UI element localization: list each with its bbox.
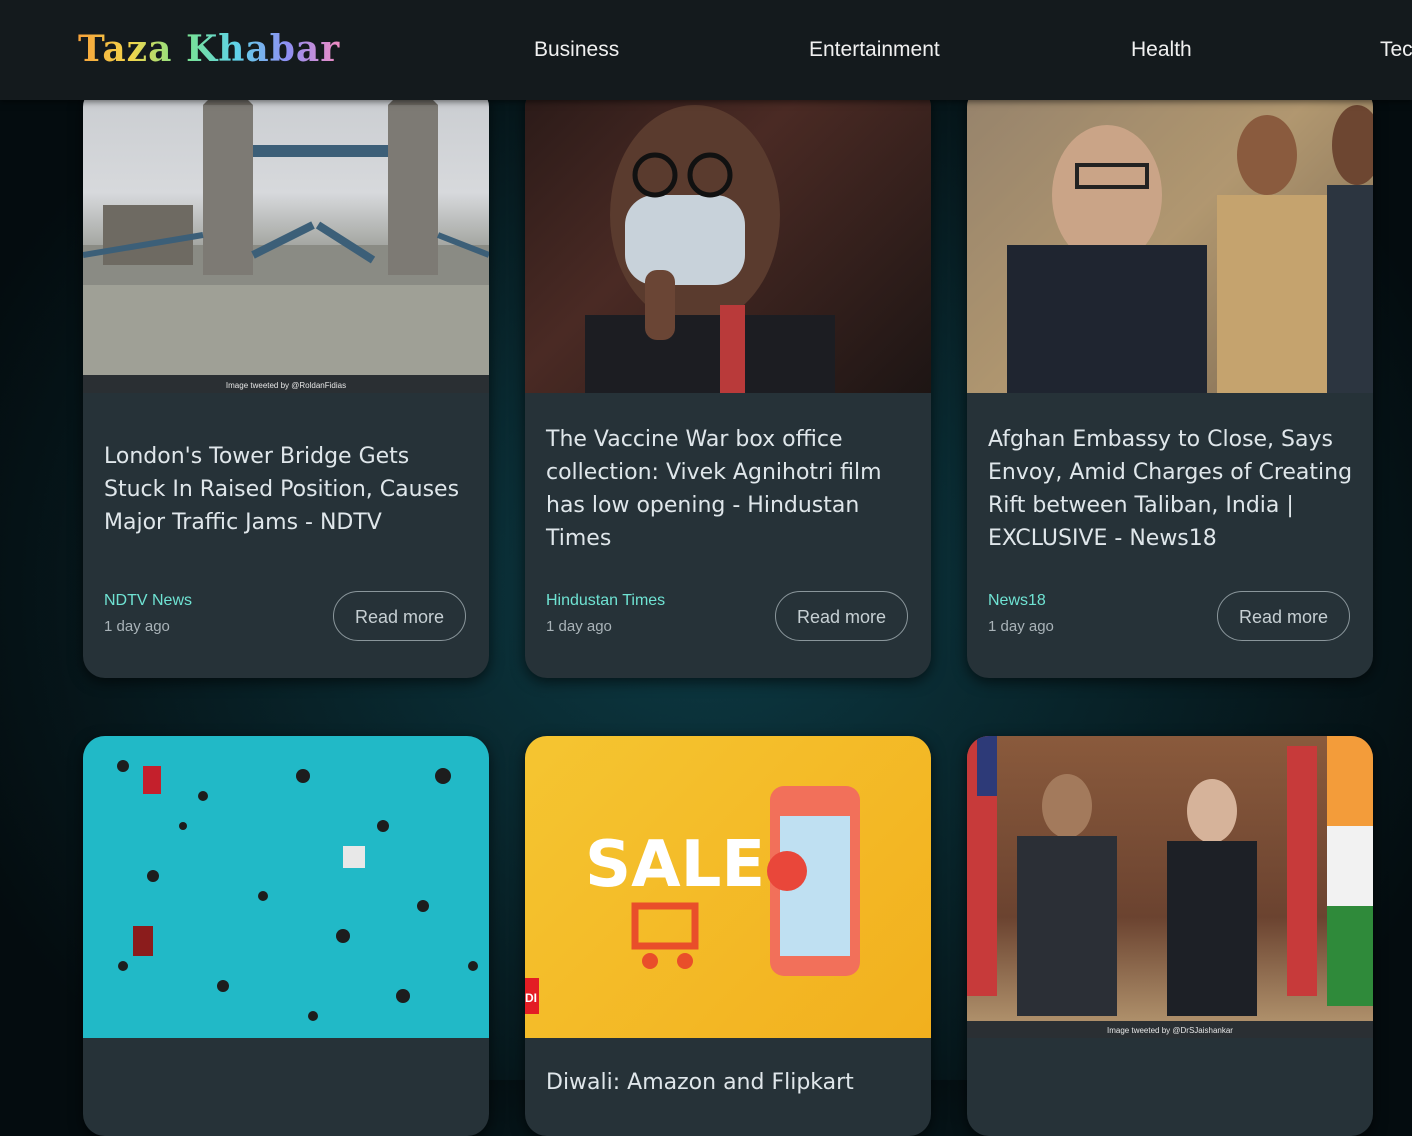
news-card bbox=[83, 736, 489, 1136]
article-image[interactable] bbox=[967, 85, 1373, 393]
news-card: Image tweeted by @RoldanFidias London's … bbox=[83, 85, 489, 678]
article-title[interactable]: Afghan Embassy to Close, Says Envoy, Ami… bbox=[988, 423, 1358, 555]
brand-logo[interactable]: Taza Khabar bbox=[78, 28, 340, 70]
article-title[interactable]: London's Tower Bridge Gets Stuck In Rais… bbox=[104, 440, 474, 539]
read-more-button[interactable]: Read more bbox=[775, 591, 908, 641]
article-title[interactable]: Diwali: Amazon and Flipkart bbox=[546, 1066, 916, 1099]
image-credit: Image tweeted by @RoldanFidias bbox=[225, 381, 347, 390]
publisher-badge: DI bbox=[525, 991, 537, 1005]
article-time: 1 day ago bbox=[988, 618, 1054, 635]
article-image[interactable]: SALE DI bbox=[525, 736, 931, 1038]
read-more-button[interactable]: Read more bbox=[333, 591, 466, 641]
article-image[interactable] bbox=[83, 736, 489, 1038]
article-title[interactable]: The Vaccine War box office collection: V… bbox=[546, 423, 916, 555]
news-card: Image tweeted by @DrSJaishankar bbox=[967, 736, 1373, 1136]
svg-text:SALE: SALE bbox=[585, 828, 765, 902]
article-source: News18 bbox=[988, 592, 1046, 609]
top-navbar: Taza Khabar Business Entertainment Healt… bbox=[0, 0, 1412, 100]
article-source: Hindustan Times bbox=[546, 592, 666, 609]
debris-image bbox=[117, 760, 478, 1021]
nav-technology[interactable]: Tec bbox=[1380, 38, 1412, 62]
nav-health[interactable]: Health bbox=[1131, 38, 1192, 62]
article-image[interactable] bbox=[525, 85, 931, 393]
image-credit: Image tweeted by @DrSJaishankar bbox=[1107, 1026, 1233, 1035]
masked-man-image bbox=[585, 105, 835, 393]
tower-bridge-image bbox=[83, 85, 489, 393]
read-more-button[interactable]: Read more bbox=[1217, 591, 1350, 641]
news-card: SALE DI Diwali: Amazon and Flipkart bbox=[525, 736, 931, 1136]
meeting-image bbox=[967, 85, 1373, 393]
article-time: 1 day ago bbox=[104, 618, 170, 635]
article-source: NDTV News bbox=[104, 592, 193, 609]
article-image[interactable]: Image tweeted by @RoldanFidias bbox=[83, 85, 489, 393]
news-card: The Vaccine War box office collection: V… bbox=[525, 85, 931, 678]
sale-image: SALE bbox=[525, 786, 860, 1014]
nav-entertainment[interactable]: Entertainment bbox=[809, 38, 940, 62]
news-card: Afghan Embassy to Close, Says Envoy, Ami… bbox=[967, 85, 1373, 678]
article-time: 1 day ago bbox=[546, 618, 612, 635]
nav-business[interactable]: Business bbox=[534, 38, 619, 62]
article-image[interactable]: Image tweeted by @DrSJaishankar bbox=[967, 736, 1373, 1038]
diplomats-image bbox=[967, 736, 1373, 1038]
